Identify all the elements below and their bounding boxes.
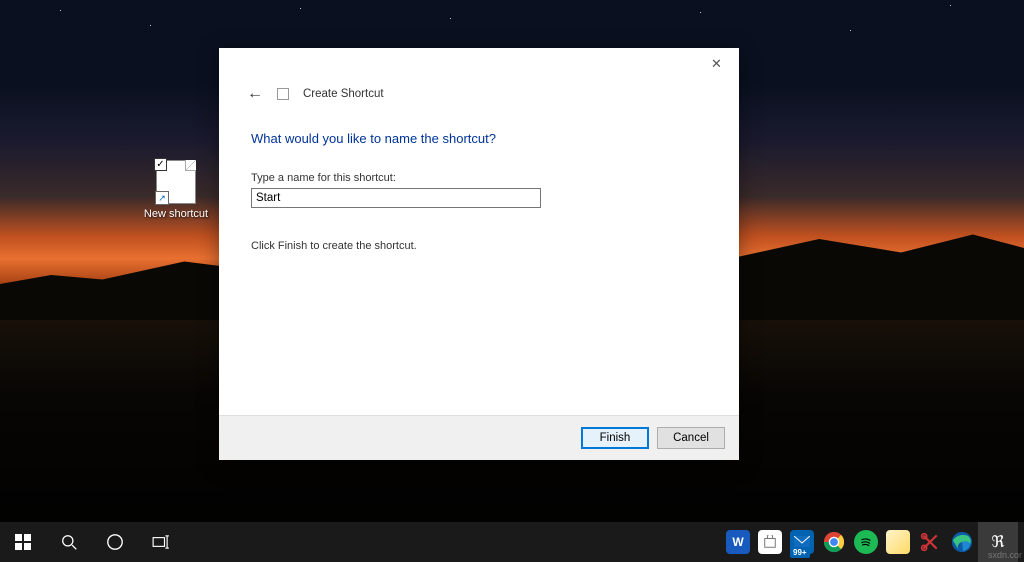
taskbar-right: W 99+ — [722, 522, 1024, 562]
snip-icon — [918, 530, 942, 554]
task-view-icon — [152, 535, 170, 549]
dialog-heading: What would you like to name the shortcut… — [251, 131, 707, 146]
app-letter-icon: ℜ — [991, 532, 1004, 552]
chrome-icon — [822, 530, 846, 554]
taskbar-app-chrome[interactable] — [818, 522, 850, 562]
dialog-titlebar[interactable]: ✕ — [219, 48, 739, 80]
close-button[interactable]: ✕ — [694, 49, 739, 79]
cortana-button[interactable] — [92, 522, 138, 562]
windows-logo-icon — [15, 534, 31, 550]
edge-icon — [950, 530, 974, 554]
create-shortcut-dialog: ✕ ← Create Shortcut What would you like … — [219, 48, 739, 460]
dialog-body: What would you like to name the shortcut… — [219, 113, 739, 415]
wizard-title: Create Shortcut — [303, 88, 384, 100]
desktop-icon-label: New shortcut — [138, 208, 214, 220]
taskbar-app-word[interactable]: W — [722, 522, 754, 562]
search-button[interactable] — [46, 522, 92, 562]
show-desktop-button[interactable]: ℜ — [978, 522, 1018, 562]
helper-text: Click Finish to create the shortcut. — [251, 240, 707, 252]
finish-button[interactable]: Finish — [581, 427, 649, 449]
selection-checkbox-icon: ✓ — [154, 158, 167, 171]
taskbar-app-edge[interactable] — [946, 522, 978, 562]
taskbar-left — [0, 522, 184, 562]
sticky-notes-icon — [886, 530, 910, 554]
desktop-shortcut-icon[interactable]: ✓ ↗ New shortcut — [138, 160, 214, 220]
search-icon — [61, 534, 78, 551]
store-icon — [758, 530, 782, 554]
stars — [0, 0, 1024, 50]
name-field-label: Type a name for this shortcut: — [251, 172, 707, 184]
task-view-button[interactable] — [138, 522, 184, 562]
taskbar-app-store[interactable] — [754, 522, 786, 562]
wizard-icon — [277, 88, 289, 100]
dialog-footer: Finish Cancel — [219, 415, 739, 460]
back-arrow-icon[interactable]: ← — [247, 85, 263, 103]
taskbar: W 99+ — [0, 522, 1024, 562]
taskbar-app-notes[interactable] — [882, 522, 914, 562]
shortcut-name-input[interactable] — [251, 188, 541, 208]
dialog-header: ← Create Shortcut — [219, 80, 739, 113]
cortana-icon — [106, 533, 124, 551]
taskbar-app-snip[interactable] — [914, 522, 946, 562]
file-icon: ✓ ↗ — [156, 160, 196, 204]
taskbar-app-spotify[interactable] — [850, 522, 882, 562]
spotify-icon — [854, 530, 878, 554]
cancel-button[interactable]: Cancel — [657, 427, 725, 449]
shortcut-arrow-icon: ↗ — [155, 191, 169, 205]
start-button[interactable] — [0, 522, 46, 562]
taskbar-app-mail[interactable]: 99+ — [786, 522, 818, 562]
word-icon: W — [726, 530, 750, 554]
mail-badge: 99+ — [790, 547, 810, 558]
